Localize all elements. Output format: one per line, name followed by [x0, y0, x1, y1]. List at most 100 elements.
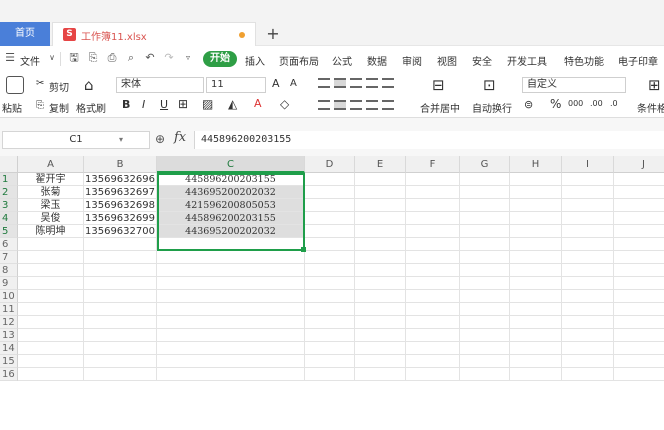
indent-decrease-icon[interactable] — [366, 78, 378, 88]
chevron-down-icon[interactable]: ∨ — [46, 52, 58, 64]
cell[interactable] — [460, 355, 510, 368]
cell[interactable]: 13569632699 — [84, 212, 157, 225]
align-middle-icon[interactable] — [334, 78, 346, 88]
cell[interactable] — [355, 238, 406, 251]
clear-format-icon[interactable]: ◇ — [280, 97, 289, 111]
cell[interactable] — [157, 329, 305, 342]
cell[interactable]: 吴俊 — [18, 212, 84, 225]
zoom-icon[interactable]: ⊕ — [155, 132, 165, 146]
cell[interactable] — [510, 303, 562, 316]
number-format-select[interactable]: 自定义 — [522, 77, 626, 93]
cell[interactable]: 445896200203155 — [157, 173, 305, 186]
cell[interactable] — [614, 238, 664, 251]
cell[interactable] — [355, 277, 406, 290]
cell[interactable] — [614, 329, 664, 342]
cell[interactable] — [84, 355, 157, 368]
cell[interactable] — [355, 264, 406, 277]
spreadsheet-grid[interactable]: A B C D E F G H I J 1 翟开宇 13569632696 445896200203155… — [0, 156, 664, 430]
menu-page-layout[interactable]: 页面布局 — [279, 53, 319, 68]
menu-view[interactable]: 视图 — [437, 53, 457, 68]
cell[interactable] — [460, 251, 510, 264]
chevron-down-icon[interactable]: ▿ — [182, 52, 194, 64]
select-all-corner[interactable] — [0, 156, 18, 173]
cell[interactable] — [406, 355, 460, 368]
menu-start[interactable]: 开始 — [203, 51, 237, 67]
cell[interactable] — [305, 290, 355, 303]
menu-formula[interactable]: 公式 — [332, 53, 352, 68]
cell[interactable] — [84, 238, 157, 251]
undo-icon[interactable]: ↶ — [144, 52, 156, 64]
menu-insert[interactable]: 插入 — [245, 53, 265, 68]
row-header[interactable]: 6 — [0, 238, 18, 251]
export-icon[interactable]: ⎘ — [87, 52, 99, 64]
font-name-select[interactable]: 宋体 — [116, 77, 204, 93]
tab-home[interactable]: 首页 — [0, 22, 50, 46]
redo-icon[interactable]: ↷ — [163, 52, 175, 64]
column-header-g[interactable]: G — [460, 156, 510, 173]
paste-icon[interactable] — [6, 76, 24, 94]
cell[interactable] — [355, 212, 406, 225]
cell[interactable] — [355, 173, 406, 186]
cell[interactable] — [510, 329, 562, 342]
cell[interactable] — [614, 186, 664, 199]
cell[interactable]: 13569632700 — [84, 225, 157, 238]
cell[interactable] — [460, 238, 510, 251]
column-header-j[interactable]: J — [614, 156, 664, 173]
cell[interactable] — [157, 368, 305, 381]
tab-workbook[interactable]: S 工作簿11.xlsx — [52, 22, 256, 46]
column-header-f[interactable]: F — [406, 156, 460, 173]
cell[interactable] — [18, 238, 84, 251]
cell[interactable] — [355, 355, 406, 368]
cell[interactable] — [406, 225, 460, 238]
cell[interactable] — [355, 316, 406, 329]
cell[interactable] — [460, 290, 510, 303]
cell[interactable] — [460, 316, 510, 329]
column-header-b[interactable]: B — [84, 156, 157, 173]
cell[interactable]: 445896200203155 — [157, 212, 305, 225]
cell[interactable] — [305, 368, 355, 381]
column-header-h[interactable]: H — [510, 156, 562, 173]
cell[interactable] — [355, 199, 406, 212]
cell[interactable] — [84, 368, 157, 381]
cell[interactable] — [460, 186, 510, 199]
row-header[interactable]: 10 — [0, 290, 18, 303]
formula-input[interactable]: 445896200203155 — [194, 131, 664, 149]
cell[interactable] — [614, 277, 664, 290]
font-shrink-icon[interactable]: A — [290, 78, 297, 89]
cell[interactable] — [614, 251, 664, 264]
cell[interactable] — [562, 342, 614, 355]
cell[interactable] — [355, 368, 406, 381]
cell[interactable] — [406, 277, 460, 290]
cell[interactable] — [510, 199, 562, 212]
cell[interactable] — [614, 264, 664, 277]
merge-icon[interactable]: ⊟ — [432, 76, 445, 94]
cell[interactable] — [562, 303, 614, 316]
menu-special[interactable]: 特色功能 — [564, 53, 604, 68]
column-header-a[interactable]: A — [18, 156, 84, 173]
row-header[interactable]: 1 — [0, 173, 18, 186]
cell[interactable] — [614, 303, 664, 316]
cell[interactable] — [510, 342, 562, 355]
cell[interactable] — [84, 264, 157, 277]
menu-data[interactable]: 数据 — [367, 53, 387, 68]
wrap-icon[interactable]: ⊡ — [483, 76, 496, 94]
menu-security[interactable]: 安全 — [472, 53, 492, 68]
cell[interactable] — [18, 290, 84, 303]
cell[interactable] — [305, 251, 355, 264]
row-header[interactable]: 15 — [0, 355, 18, 368]
scissors-icon[interactable]: ✂ — [36, 78, 44, 89]
cell[interactable]: 443695200202032 — [157, 186, 305, 199]
cell[interactable] — [305, 173, 355, 186]
menu-review[interactable]: 审阅 — [402, 53, 422, 68]
cell[interactable] — [562, 199, 614, 212]
menu-developer[interactable]: 开发工具 — [507, 53, 547, 68]
indent-increase-icon[interactable] — [382, 78, 394, 88]
cell[interactable] — [406, 342, 460, 355]
cell[interactable] — [157, 290, 305, 303]
cell[interactable] — [510, 368, 562, 381]
cell[interactable] — [460, 212, 510, 225]
cell[interactable]: 13569632697 — [84, 186, 157, 199]
cell[interactable] — [305, 199, 355, 212]
cell[interactable] — [406, 251, 460, 264]
cell[interactable] — [305, 277, 355, 290]
